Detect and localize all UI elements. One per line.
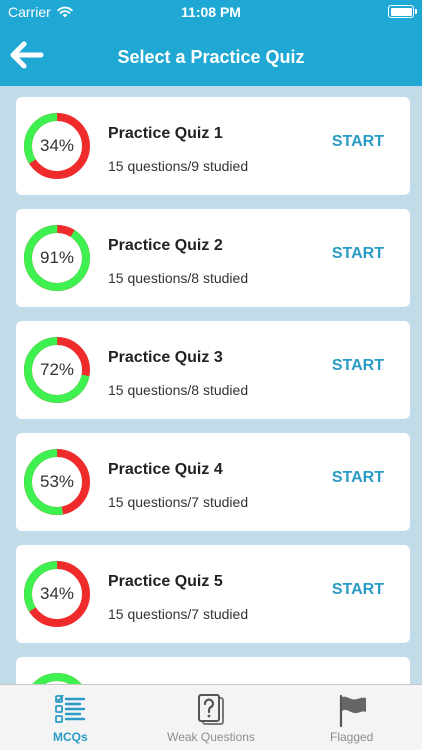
page-title: Select a Practice Quiz: [117, 47, 305, 67]
tab-bar: MCQs Weak Questions Flagged: [0, 684, 422, 750]
tab-mcqs[interactable]: MCQs: [0, 685, 141, 750]
quiz-subtitle: 15 questions/8 studied: [108, 382, 249, 398]
quiz-card[interactable]: 53% Practice Quiz 4 15 questions/7 studi…: [16, 433, 410, 531]
status-bar: Carrier 11:08 PM: [0, 0, 422, 24]
quiz-subtitle: 15 questions/9 studied: [108, 158, 249, 174]
quiz-title: Practice Quiz 1: [108, 125, 223, 142]
tab-label: MCQs: [53, 730, 88, 744]
progress-percent: 91%: [39, 248, 75, 267]
quiz-title: Practice Quiz 5: [108, 573, 223, 590]
quiz-title: Practice Quiz 2: [108, 237, 223, 254]
progress-percent: 72%: [39, 360, 75, 379]
quiz-card[interactable]: 72% Practice Quiz 3 15 questions/8 studi…: [16, 321, 410, 419]
progress-percent: 53%: [39, 472, 75, 491]
tab-label: Weak Questions: [167, 730, 255, 744]
tab-label: Flagged: [329, 730, 374, 744]
progress-percent: 34%: [39, 584, 75, 603]
quiz-title: Practice Quiz 4: [108, 461, 223, 478]
quiz-card[interactable]: 91% Practice Quiz 2 15 questions/8 studi…: [16, 209, 410, 307]
start-button[interactable]: START: [332, 469, 384, 487]
question-doc-icon: [198, 694, 224, 725]
clock: 11:08 PM: [181, 4, 241, 20]
start-button[interactable]: START: [332, 357, 384, 375]
header: Carrier 11:08 PM Select a Practice Quiz: [0, 0, 422, 86]
start-button[interactable]: START: [332, 581, 384, 599]
quiz-subtitle: 15 questions/7 studied: [108, 606, 249, 622]
quiz-subtitle: 15 questions/8 studied: [108, 270, 249, 286]
quiz-list[interactable]: 34% Practice Quiz 1 15 questions/9 studi…: [0, 86, 422, 684]
tab-weak-questions[interactable]: Weak Questions: [141, 685, 282, 750]
navigation-bar: Select a Practice Quiz: [0, 30, 422, 82]
quiz-card[interactable]: 34% Practice Quiz 5 15 questions/7 studi…: [16, 545, 410, 643]
tab-flagged[interactable]: Flagged: [281, 685, 422, 750]
start-button[interactable]: START: [332, 245, 384, 263]
quiz-title: Practice Quiz 3: [108, 349, 223, 366]
progress-percent: 34%: [39, 136, 75, 155]
flag-icon: [339, 694, 366, 727]
checklist-icon: [55, 694, 86, 723]
start-button[interactable]: START: [332, 133, 384, 151]
quiz-subtitle: 15 questions/7 studied: [108, 494, 249, 510]
quiz-card[interactable]: 34% Practice Quiz 1 15 questions/9 studi…: [16, 97, 410, 195]
quiz-card[interactable]: [16, 657, 410, 684]
progress-percent: [23, 672, 91, 684]
battery-icon: [388, 5, 417, 18]
